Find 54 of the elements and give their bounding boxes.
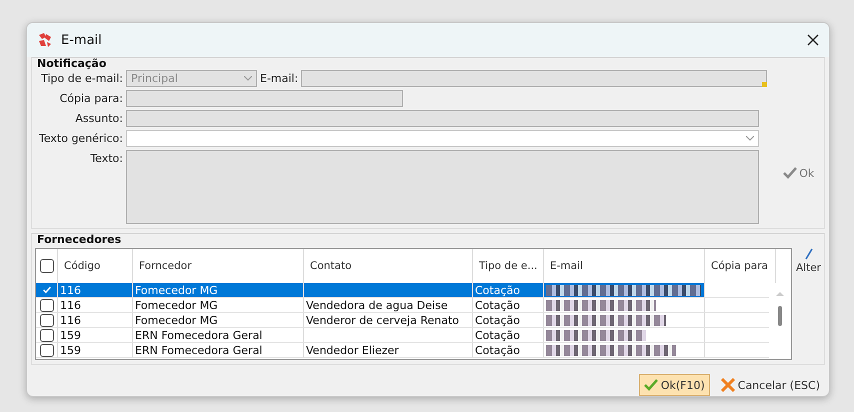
- check-icon: [783, 166, 798, 180]
- table-cell: Venderor de cerveja Renato: [304, 313, 473, 328]
- table-row[interactable]: [36, 328, 58, 343]
- checkbox[interactable]: [40, 298, 54, 312]
- checkbox[interactable]: [40, 284, 54, 296]
- scrollbar-thumb[interactable]: [778, 306, 782, 326]
- table-cell: Cotação: [473, 313, 544, 328]
- checkbox[interactable]: [40, 259, 54, 273]
- table-row[interactable]: [36, 298, 58, 313]
- table-cell: 116: [58, 313, 133, 328]
- checkbox[interactable]: [40, 344, 54, 356]
- table-cell: Cotação: [473, 298, 544, 313]
- window-title: E-mail: [61, 32, 103, 48]
- table-cell: Cotação: [473, 283, 544, 298]
- table-cell: 116: [58, 283, 133, 298]
- dropdown-field[interactable]: [126, 130, 759, 147]
- field-label: E-mail:: [260, 71, 298, 87]
- table-cell: 159: [58, 328, 133, 343]
- table-cell: ERN Fomecedora Geral: [133, 343, 304, 358]
- clear-icon: [762, 82, 768, 87]
- table-cell: 159: [58, 343, 133, 358]
- chevron-down-icon: [244, 76, 252, 81]
- table-cell: Cotação: [473, 343, 544, 358]
- table-row[interactable]: [36, 313, 58, 328]
- edit-button[interactable]: Alter: [796, 248, 821, 360]
- check-icon: [43, 286, 51, 294]
- ok-button[interactable]: Ok: [783, 166, 814, 180]
- cross-icon: [720, 378, 735, 392]
- checkbox[interactable]: [40, 328, 54, 342]
- ok-button[interactable]: Ok(F10): [638, 374, 710, 396]
- field-label: Texto genérico:: [38, 131, 123, 147]
- table-cell: Vendedor Eliezer: [304, 343, 473, 358]
- check-icon: [644, 378, 658, 392]
- section-title: Notificação: [37, 58, 108, 70]
- section-title: Fornecedores: [37, 234, 122, 246]
- table-cell: Fomecedor MG: [133, 283, 304, 298]
- field-label: Tipo de e-mail:: [40, 71, 123, 87]
- chevron-down-icon: [746, 136, 754, 141]
- field-label: Assunto:: [74, 111, 123, 127]
- table-row[interactable]: [36, 283, 58, 298]
- table-cell: Fomecedor MG: [133, 298, 304, 313]
- field-label: Cópia para:: [58, 91, 123, 107]
- pencil-icon: [804, 248, 814, 260]
- table-cell: Fomecedor MG: [133, 313, 304, 328]
- table-cell: ERN Fomecedora Geral: [133, 328, 304, 343]
- table-cell: Cotação: [473, 328, 544, 343]
- close-icon[interactable]: [807, 34, 819, 46]
- app-logo-icon: [37, 32, 53, 48]
- field-label: Texto:: [89, 151, 123, 167]
- table-cell: 116: [58, 298, 133, 313]
- table-cell: Vendedora de agua Deise: [304, 298, 473, 313]
- table-row[interactable]: [36, 343, 58, 358]
- cancel-button[interactable]: Cancelar (ESC): [716, 374, 825, 396]
- checkbox[interactable]: [40, 314, 54, 326]
